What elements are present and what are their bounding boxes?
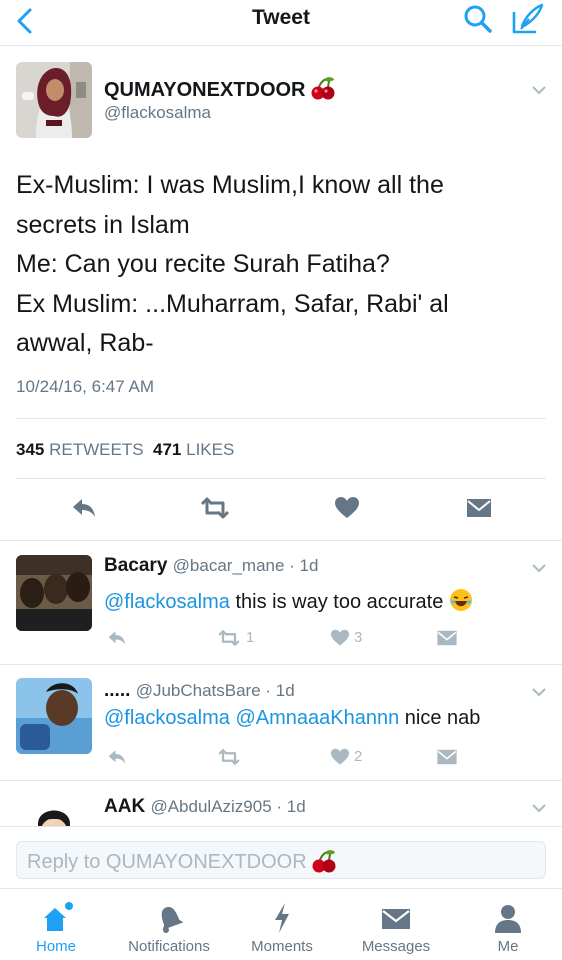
person-icon bbox=[495, 905, 521, 933]
reply-avatar-image bbox=[16, 678, 92, 754]
meta-separator: · bbox=[284, 556, 300, 575]
like-count: 3 bbox=[354, 629, 363, 646]
tweet-timestamp: 10/24/16, 6:47 AM bbox=[16, 377, 154, 396]
reply-author[interactable]: AAK @AbdulAziz905 · 1d bbox=[104, 796, 306, 818]
tab-messages[interactable]: Messages bbox=[344, 889, 448, 960]
reply-author-name: Bacary bbox=[104, 555, 168, 576]
divider bbox=[16, 418, 546, 419]
reply-author[interactable]: Bacary @bacar_mane · 1d bbox=[104, 555, 318, 577]
tweet-text-line: Ex-Muslim: I was Muslim,I know all the bbox=[16, 171, 444, 199]
reply-time: 1d bbox=[275, 681, 295, 700]
reply-placeholder: Reply to QUMAYONEXTDOOR bbox=[27, 851, 307, 873]
reply-input[interactable]: Reply to QUMAYONEXTDOOR bbox=[16, 841, 546, 879]
like-count: 2 bbox=[354, 748, 363, 765]
reply-time: 1d bbox=[286, 797, 306, 816]
author-avatar[interactable] bbox=[16, 62, 92, 138]
reply-author-handle: @AbdulAziz905 bbox=[150, 797, 272, 816]
reply-avatar[interactable] bbox=[16, 798, 92, 826]
tab-notifications[interactable]: Notifications bbox=[112, 889, 226, 960]
retweet-count: 1 bbox=[246, 629, 255, 646]
tweet-text-line: secrets in Islam bbox=[16, 210, 190, 239]
cherries-emoji-icon bbox=[310, 76, 336, 106]
tab-label: Moments bbox=[251, 938, 313, 955]
like-heart-icon[interactable] bbox=[330, 629, 350, 647]
like-label: LIKES bbox=[186, 440, 235, 459]
author-handle[interactable]: @flackosalma bbox=[104, 103, 211, 123]
reply-text: @flackosalma @AmnaaaKhannn nice nab bbox=[104, 707, 480, 730]
reply-avatar[interactable] bbox=[16, 555, 92, 631]
reply-author-name: AAK bbox=[104, 796, 146, 817]
tab-label: Messages bbox=[361, 938, 431, 955]
direct-message-icon[interactable] bbox=[436, 749, 458, 765]
reply-composer: Reply to QUMAYONEXTDOOR bbox=[0, 826, 562, 888]
author-name-text: QUMAYONEXTDOOR bbox=[104, 79, 306, 101]
reply-text: @flackosalma this is way too accurate bbox=[104, 588, 473, 618]
tab-label: Me bbox=[497, 938, 519, 955]
meta-separator: · bbox=[260, 681, 276, 700]
home-icon bbox=[44, 902, 73, 931]
meta-separator: · bbox=[271, 797, 287, 816]
chevron-down-icon[interactable] bbox=[530, 84, 548, 96]
tweet-text-line: Me: Can you recite Surah Fatiha? bbox=[16, 250, 390, 278]
reply-author-handle: @JubChatsBare bbox=[135, 681, 261, 700]
tab-bar: Home Notifications Moments Messages Me bbox=[0, 888, 562, 960]
tab-me[interactable]: Me bbox=[458, 889, 558, 960]
reply-author-name: ..... bbox=[104, 680, 131, 701]
tab-label: Notifications bbox=[128, 938, 210, 955]
reply-author-handle: @bacar_mane bbox=[172, 556, 285, 575]
reply-avatar-image bbox=[16, 798, 92, 826]
reply-avatar[interactable] bbox=[16, 678, 92, 754]
reply-tweet[interactable]: ..... @JubChatsBare · 1d @flackosalma @A… bbox=[0, 664, 562, 780]
retweet-count: 345 bbox=[16, 440, 45, 459]
retweet-label: RETWEETS bbox=[49, 440, 144, 459]
retweet-icon[interactable] bbox=[216, 748, 242, 766]
like-stat[interactable]: 471 LIKES bbox=[153, 440, 234, 459]
tweet-author: QUMAYONEXTDOOR @flackosalma bbox=[16, 62, 546, 142]
compose-tweet-icon[interactable] bbox=[510, 2, 546, 36]
laughing-emoji-icon bbox=[449, 588, 473, 618]
search-icon[interactable] bbox=[462, 3, 494, 35]
like-heart-icon[interactable] bbox=[330, 748, 350, 766]
mention-link[interactable]: @flackosalma bbox=[104, 591, 230, 613]
envelope-icon bbox=[382, 909, 410, 929]
reply-icon[interactable] bbox=[106, 748, 128, 766]
reply-body: this is way too accurate bbox=[235, 591, 444, 613]
chevron-down-icon[interactable] bbox=[530, 562, 548, 574]
mention-link[interactable]: @flackosalma @AmnaaaKhannn bbox=[104, 707, 399, 729]
retweet-stat[interactable]: 345 RETWEETS bbox=[16, 440, 144, 459]
tweet-text-line: Ex Muslim: ...Muharram, Safar, Rabi' al bbox=[16, 289, 449, 318]
direct-message-icon[interactable] bbox=[466, 498, 492, 518]
reply-icon[interactable] bbox=[70, 496, 98, 520]
tab-moments[interactable]: Moments bbox=[230, 889, 334, 960]
chevron-down-icon[interactable] bbox=[530, 802, 548, 814]
reply-time: 1d bbox=[299, 556, 319, 575]
like-heart-icon[interactable] bbox=[334, 496, 360, 520]
retweet-icon[interactable] bbox=[216, 629, 242, 647]
like-count: 471 bbox=[153, 440, 182, 459]
chevron-down-icon[interactable] bbox=[530, 686, 548, 698]
divider bbox=[16, 478, 546, 479]
tweet-stats: 345 RETWEETS 471 LIKES bbox=[16, 440, 234, 460]
lightning-icon bbox=[275, 903, 289, 933]
navigation-bar: Tweet bbox=[0, 0, 562, 46]
tweet-body: Ex-Muslim: I was Muslim,I know all the s… bbox=[16, 166, 546, 364]
direct-message-icon[interactable] bbox=[436, 630, 458, 646]
bell-icon bbox=[161, 906, 184, 933]
reply-author[interactable]: ..... @JubChatsBare · 1d bbox=[104, 680, 295, 702]
reply-body: nice nab bbox=[404, 707, 481, 729]
reply-icon[interactable] bbox=[106, 629, 128, 647]
reply-tweet[interactable]: Bacary @bacar_mane · 1d @flackosalma thi… bbox=[0, 540, 562, 664]
reply-tweet[interactable]: AAK @AbdulAziz905 · 1d bbox=[0, 780, 562, 826]
tweet-text-line: awwal, Rab- bbox=[16, 329, 154, 357]
author-display-name[interactable]: QUMAYONEXTDOOR bbox=[104, 76, 336, 106]
reply-avatar-image bbox=[16, 555, 92, 631]
tab-label: Home bbox=[35, 938, 76, 955]
author-avatar-image bbox=[16, 62, 92, 138]
cherries-emoji-icon bbox=[311, 849, 337, 879]
retweet-icon[interactable] bbox=[198, 496, 232, 520]
tab-home[interactable]: Home bbox=[4, 889, 108, 960]
